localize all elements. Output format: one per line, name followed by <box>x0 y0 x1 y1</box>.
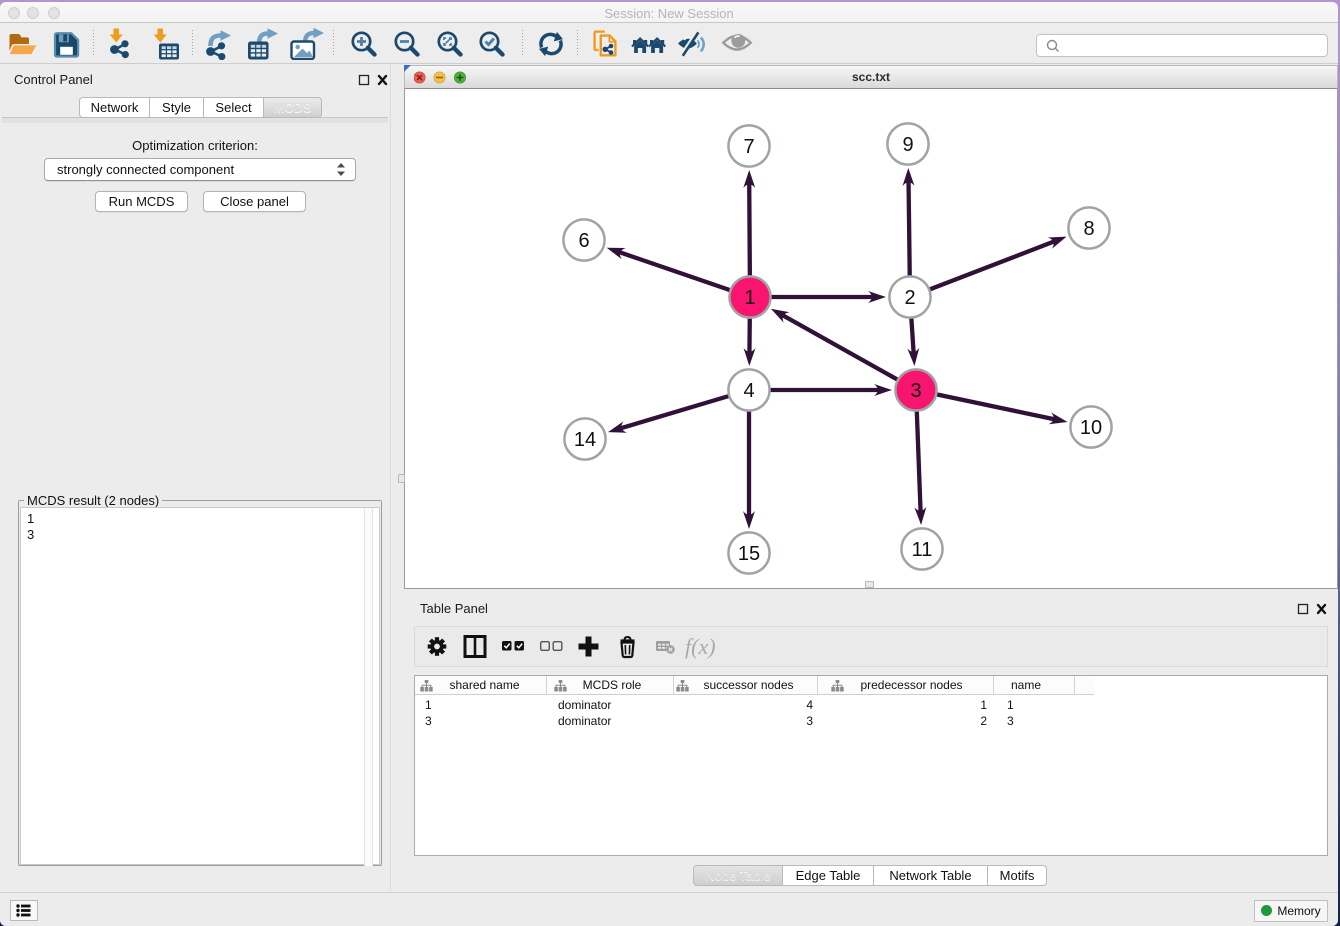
svg-text:11: 11 <box>912 539 933 561</box>
svg-text:6: 6 <box>578 230 589 252</box>
svg-text:10: 10 <box>1080 417 1102 439</box>
svg-text:7: 7 <box>743 136 754 158</box>
svg-text:9: 9 <box>902 134 913 156</box>
svg-text:14: 14 <box>574 429 596 451</box>
svg-text:4: 4 <box>743 380 754 402</box>
svg-text:15: 15 <box>738 543 760 565</box>
svg-text:2: 2 <box>904 287 915 309</box>
svg-text:8: 8 <box>1083 218 1094 240</box>
svg-text:3: 3 <box>910 380 921 402</box>
svg-text:1: 1 <box>744 287 755 309</box>
